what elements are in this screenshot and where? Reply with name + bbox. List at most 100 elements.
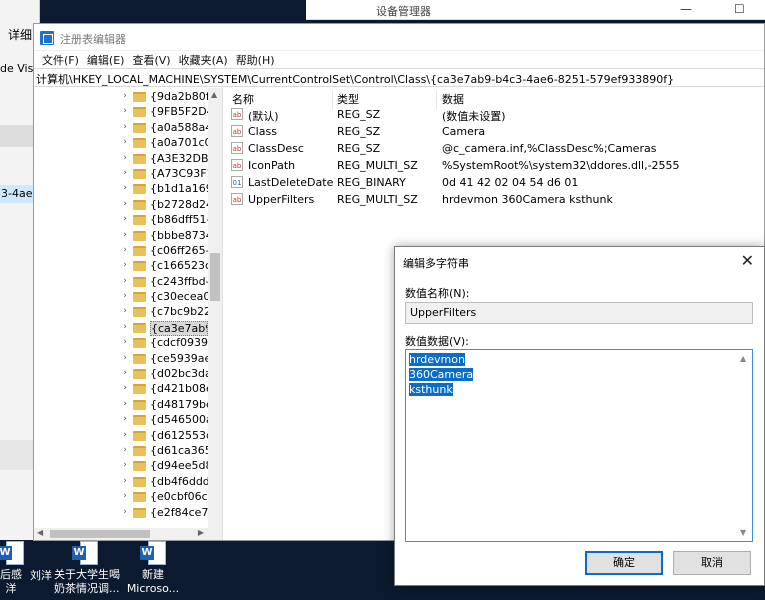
title-bar[interactable]: 注册表编辑器 <box>34 24 764 51</box>
chevron-right-icon[interactable]: › <box>120 443 130 458</box>
tree-item-label: {e0cbf06c-c <box>150 490 208 504</box>
menu-edit[interactable]: 编辑(E) <box>83 52 129 68</box>
tree-item[interactable]: › {d61ca365- <box>34 443 208 458</box>
value-row[interactable]: ab (默认) REG_SZ (数值未设置) <box>224 106 764 123</box>
tree-item[interactable]: › {A3E32DBA <box>34 151 208 166</box>
value-row[interactable]: ab UpperFilters REG_MULTI_SZ hrdevmon 360Ca… <box>224 191 764 208</box>
tree-item-label: {c166523c- <box>150 259 208 273</box>
chevron-right-icon[interactable]: › <box>120 243 130 258</box>
close-icon[interactable]: ✕ <box>741 251 754 270</box>
tree-item[interactable]: › {c06ff265-a <box>34 243 208 258</box>
chevron-right-icon[interactable]: › <box>120 458 130 473</box>
tree-item[interactable]: › {9FB5F2D4- <box>34 104 208 119</box>
column-type-header[interactable]: 类型 <box>337 91 359 107</box>
chevron-right-icon[interactable]: › <box>120 397 130 412</box>
value-row[interactable]: ab IconPath REG_MULTI_SZ %SystemRoot%\syste… <box>224 157 764 174</box>
tree-item[interactable]: › {ca3e7ab9- <box>34 320 208 336</box>
value-row[interactable]: ab ClassDesc REG_SZ @c_camera.inf,%ClassDes… <box>224 140 764 157</box>
value-row[interactable]: 01 LastDeleteDate REG_BINARY 0d 41 42 02 04… <box>224 174 764 191</box>
scroll-up-arrow-icon[interactable]: ▲ <box>211 90 217 99</box>
chevron-right-icon[interactable]: › <box>120 381 130 396</box>
chevron-right-icon[interactable]: › <box>120 428 130 443</box>
scroll-thumb[interactable] <box>210 253 220 301</box>
minimize-button[interactable]: — <box>680 2 692 16</box>
details-tab[interactable]: 详细 <box>8 26 32 43</box>
scroll-up-arrow-icon[interactable]: ▲ <box>740 354 746 363</box>
chevron-right-icon[interactable]: › <box>120 104 130 119</box>
chevron-right-icon[interactable]: › <box>120 135 130 150</box>
chevron-right-icon[interactable]: › <box>120 304 130 319</box>
tree-item-label: {ce5939ae- <box>150 351 208 365</box>
column-name-header[interactable]: 名称 <box>232 91 254 107</box>
chevron-right-icon[interactable]: › <box>120 274 130 289</box>
tree-item[interactable]: › {cdcf0939-l <box>34 335 208 350</box>
desktop-icon[interactable]: W 新建 Microso... <box>122 541 184 596</box>
tree-item[interactable]: › {e2f84ce7-8 <box>34 505 208 520</box>
desktop-icon[interactable]: W 关于大学生喝 奶茶情况调... <box>54 541 120 596</box>
tree-horizontal-scrollbar[interactable]: ◀ ▶ <box>34 528 222 540</box>
tree-item-label: {d94ee5d8- <box>150 459 208 473</box>
cancel-button[interactable]: 取消 <box>673 551 751 575</box>
scroll-right-arrow-icon[interactable]: ▶ <box>198 528 204 537</box>
chevron-right-icon[interactable]: › <box>120 320 130 335</box>
tree-item[interactable]: › {d612553d- <box>34 428 208 443</box>
ok-button[interactable]: 确定 <box>585 551 663 575</box>
desktop-icon-label: 洋 <box>5 582 17 595</box>
tree-item[interactable]: › {d94ee5d8- <box>34 458 208 473</box>
tree-item[interactable]: › {d546500a- <box>34 412 208 427</box>
scroll-left-arrow-icon[interactable]: ◀ <box>37 528 43 537</box>
tree-item[interactable]: › {d421b08e- <box>34 381 208 396</box>
key-tree: › {9da2b80f- › {9FB5F2D4- › {a0a588a4- › {a0a70… <box>34 88 223 540</box>
tree-item[interactable]: › {a0a588a4- <box>34 120 208 135</box>
chevron-right-icon[interactable]: › <box>120 166 130 181</box>
tree-item[interactable]: › {b1d1a169- <box>34 181 208 196</box>
value-data-textarea[interactable]: hrdevmon 360Camera ksthunk ▲ ▼ <box>405 349 753 542</box>
chevron-right-icon[interactable]: › <box>120 212 130 227</box>
chevron-right-icon[interactable]: › <box>120 366 130 381</box>
tree-item[interactable]: › {c243ffbd-3 <box>34 274 208 289</box>
chevron-right-icon[interactable]: › <box>120 474 130 489</box>
tree-item[interactable]: › {b86dff51-a <box>34 212 208 227</box>
menu-help[interactable]: 帮助(H) <box>232 52 279 68</box>
tree-item[interactable]: › {d48179be- <box>34 397 208 412</box>
menu-file[interactable]: 文件(F) <box>38 52 83 68</box>
tree-item[interactable]: › {c166523c- <box>34 258 208 273</box>
chevron-right-icon[interactable]: › <box>120 412 130 427</box>
column-data-header[interactable]: 数据 <box>442 91 464 107</box>
chevron-right-icon[interactable]: › <box>120 351 130 366</box>
address-bar[interactable]: 计算机\HKEY_LOCAL_MACHINE\SYSTEM\CurrentCon… <box>34 68 764 87</box>
chevron-right-icon[interactable]: › <box>120 505 130 520</box>
chevron-right-icon[interactable]: › <box>120 197 130 212</box>
chevron-right-icon[interactable]: › <box>120 228 130 243</box>
scroll-down-arrow-icon[interactable]: ▼ <box>740 528 746 537</box>
menu-favorites[interactable]: 收藏夹(A) <box>175 52 232 68</box>
tree-item[interactable]: › {9da2b80f- <box>34 89 208 104</box>
value-row[interactable]: ab Class REG_SZ Camera <box>224 123 764 140</box>
scroll-thumb[interactable] <box>50 530 150 538</box>
data-line: ksthunk <box>409 383 453 396</box>
tree-item[interactable]: › {bbbe8734 <box>34 228 208 243</box>
chevron-right-icon[interactable]: › <box>120 181 130 196</box>
tree-item[interactable]: › {e0cbf06c-c <box>34 489 208 504</box>
chevron-right-icon[interactable]: › <box>120 335 130 350</box>
tree-item[interactable]: › {db4f6ddd- <box>34 474 208 489</box>
value-name: ClassDesc <box>248 142 304 155</box>
tree-vertical-scrollbar[interactable]: ▲ <box>208 88 222 528</box>
value-name-field[interactable]: UpperFilters <box>405 302 753 324</box>
chevron-right-icon[interactable]: › <box>120 289 130 304</box>
tree-item[interactable]: › {c30ecea0- <box>34 289 208 304</box>
chevron-right-icon[interactable]: › <box>120 489 130 504</box>
tree-item[interactable]: › {a0a701c0- <box>34 135 208 150</box>
data-scrollbar[interactable]: ▲ ▼ <box>737 350 752 541</box>
tree-item[interactable]: › {b2728d24- <box>34 197 208 212</box>
chevron-right-icon[interactable]: › <box>120 258 130 273</box>
tree-item[interactable]: › {A73C93F1- <box>34 166 208 181</box>
chevron-right-icon[interactable]: › <box>120 151 130 166</box>
tree-item[interactable]: › {d02bc3da- <box>34 366 208 381</box>
menu-view[interactable]: 查看(V) <box>128 52 174 68</box>
chevron-right-icon[interactable]: › <box>120 120 130 135</box>
maximize-button[interactable]: ☐ <box>734 2 745 16</box>
tree-item[interactable]: › {ce5939ae- <box>34 351 208 366</box>
tree-item[interactable]: › {c7bc9b22- <box>34 304 208 319</box>
chevron-right-icon[interactable]: › <box>120 89 130 104</box>
